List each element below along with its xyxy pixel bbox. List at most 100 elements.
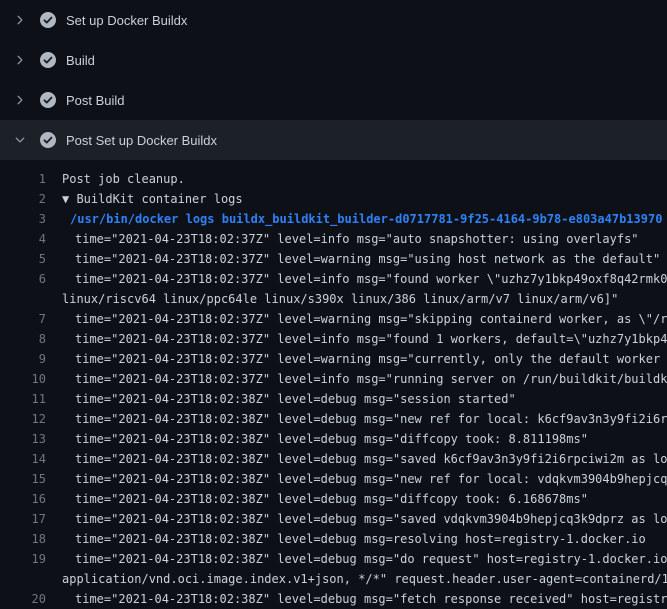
line-number[interactable]: 18 [0,529,46,549]
log-line-content: Post job cleanup. [62,169,667,189]
log-line-content: time="2021-04-23T18:02:38Z" level=debug … [62,529,667,549]
log-text: time="2021-04-23T18:02:37Z" level=warnin… [62,249,667,269]
log-text: time="2021-04-23T18:02:38Z" level=debug … [62,409,667,429]
log-line-content: time="2021-04-23T18:02:37Z" level=info m… [62,329,667,349]
log-text: Post job cleanup. [62,169,667,189]
log-line-content: time="2021-04-23T18:02:38Z" level=debug … [62,549,667,589]
line-number[interactable]: 16 [0,489,46,509]
log-line-content: time="2021-04-23T18:02:37Z" level=warnin… [62,249,667,269]
log-text: time="2021-04-23T18:02:37Z" level=info m… [62,329,667,349]
line-number[interactable]: 10 [0,369,46,389]
log-line: 12 time="2021-04-23T18:02:38Z" level=debu… [0,409,667,429]
log-line: 2 ▼ BuildKit container logs [0,189,667,209]
line-number[interactable]: 1 [0,169,46,189]
line-number[interactable]: 12 [0,409,46,429]
step-row[interactable]: Post Build [0,80,667,120]
log-line-content: time="2021-04-23T18:02:37Z" level=info m… [62,229,667,249]
log-line-content: time="2021-04-23T18:02:38Z" level=debug … [62,389,667,409]
log-line-content: time="2021-04-23T18:02:37Z" level=info m… [62,369,667,389]
line-number[interactable]: 17 [0,509,46,529]
log-line-content: time="2021-04-23T18:02:38Z" level=debug … [62,589,667,609]
line-number[interactable]: 4 [0,229,46,249]
log-line: 19 time="2021-04-23T18:02:38Z" level=debu… [0,549,667,589]
log-line-content: time="2021-04-23T18:02:37Z" level=warnin… [62,349,667,369]
line-number[interactable]: 11 [0,389,46,409]
log-text: time="2021-04-23T18:02:37Z" level=warnin… [62,309,667,329]
log-lines: 1 Post job cleanup. 2 ▼ BuildKit container … [0,160,667,609]
check-circle-icon [40,92,56,108]
log-line-content: time="2021-04-23T18:02:37Z" level=info m… [62,269,667,309]
log-line: 13 time="2021-04-23T18:02:38Z" level=debu… [0,429,667,449]
log-text: time="2021-04-23T18:02:38Z" level=debug … [62,549,667,569]
log-text: time="2021-04-23T18:02:38Z" level=debug … [62,509,667,529]
log-text: time="2021-04-23T18:02:37Z" level=info m… [62,229,667,249]
log-line: 9 time="2021-04-23T18:02:37Z" level=warni… [0,349,667,369]
check-circle-icon [40,12,56,28]
check-circle-icon [40,52,56,68]
log-text: time="2021-04-23T18:02:38Z" level=debug … [62,529,667,549]
log-line: 7 time="2021-04-23T18:02:37Z" level=warni… [0,309,667,329]
line-number[interactable]: 20 [0,589,46,609]
check-circle-icon [40,132,56,148]
step-row[interactable]: Set up Docker Buildx [0,0,667,40]
log-text: time="2021-04-23T18:02:38Z" level=debug … [62,589,667,609]
line-number[interactable]: 13 [0,429,46,449]
step-row[interactable]: Post Set up Docker Buildx [0,120,667,160]
log-line-content: time="2021-04-23T18:02:38Z" level=debug … [62,489,667,509]
log-line: 1 Post job cleanup. [0,169,667,189]
log-line-content: time="2021-04-23T18:02:38Z" level=debug … [62,509,667,529]
log-command-text: /usr/bin/docker logs buildx_buildkit_bui… [62,209,667,229]
log-line: 14 time="2021-04-23T18:02:38Z" level=debu… [0,449,667,469]
log-text: time="2021-04-23T18:02:38Z" level=debug … [62,469,667,489]
log-line-content: /usr/bin/docker logs buildx_buildkit_bui… [62,209,667,229]
line-number[interactable]: 7 [0,309,46,329]
chevron-right-icon [12,92,28,108]
log-text: time="2021-04-23T18:02:37Z" level=warnin… [62,349,667,369]
line-number[interactable]: 9 [0,349,46,369]
log-text: application/vnd.oci.image.index.v1+json,… [62,569,667,589]
line-number[interactable]: 15 [0,469,46,489]
log-line-content: time="2021-04-23T18:02:38Z" level=debug … [62,469,667,489]
chevron-right-icon [12,52,28,68]
log-line-content: time="2021-04-23T18:02:38Z" level=debug … [62,429,667,449]
log-text: time="2021-04-23T18:02:37Z" level=info m… [62,369,667,389]
log-line-content[interactable]: ▼ BuildKit container logs [62,189,667,209]
log-text: time="2021-04-23T18:02:38Z" level=debug … [62,489,667,509]
step-label: Build [66,53,95,68]
log-line: 4 time="2021-04-23T18:02:37Z" level=info … [0,229,667,249]
log-line: 15 time="2021-04-23T18:02:38Z" level=debu… [0,469,667,489]
line-number[interactable]: 8 [0,329,46,349]
step-row[interactable]: Build [0,40,667,80]
line-number[interactable]: 6 [0,269,46,309]
line-number[interactable]: 14 [0,449,46,469]
steps-list: Set up Docker Buildx Build Post Build Post … [0,0,667,160]
log-line: 3/usr/bin/docker logs buildx_buildkit_bu… [0,209,667,229]
log-line-content: time="2021-04-23T18:02:37Z" level=warnin… [62,309,667,329]
log-group-toggle[interactable]: ▼ BuildKit container logs [62,189,667,209]
log-text: time="2021-04-23T18:02:37Z" level=info m… [62,269,667,289]
log-line-content: time="2021-04-23T18:02:38Z" level=debug … [62,409,667,429]
log-text: time="2021-04-23T18:02:38Z" level=debug … [62,429,667,449]
log-line: 8 time="2021-04-23T18:02:37Z" level=info … [0,329,667,349]
step-label: Post Set up Docker Buildx [66,133,217,148]
chevron-down-icon [12,132,28,148]
line-number[interactable]: 19 [0,549,46,589]
line-number[interactable]: 5 [0,249,46,269]
step-label: Post Build [66,93,125,108]
log-line: 6 time="2021-04-23T18:02:37Z" level=info … [0,269,667,309]
log-line: 16 time="2021-04-23T18:02:38Z" level=debu… [0,489,667,509]
log-text: linux/riscv64 linux/ppc64le linux/s390x … [62,289,667,309]
line-number[interactable]: 2 [0,189,46,209]
log-line: 17 time="2021-04-23T18:02:38Z" level=debu… [0,509,667,529]
log-text: time="2021-04-23T18:02:38Z" level=debug … [62,449,667,469]
log-line: 10 time="2021-04-23T18:02:37Z" level=info… [0,369,667,389]
chevron-right-icon [12,12,28,28]
log-text: time="2021-04-23T18:02:38Z" level=debug … [62,389,667,409]
log-line: 20 time="2021-04-23T18:02:38Z" level=debu… [0,589,667,609]
log-line: 5 time="2021-04-23T18:02:37Z" level=warni… [0,249,667,269]
log-line-content: time="2021-04-23T18:02:38Z" level=debug … [62,449,667,469]
line-number[interactable]: 3 [0,209,46,229]
step-label: Set up Docker Buildx [66,13,187,28]
log-line: 18 time="2021-04-23T18:02:38Z" level=debu… [0,529,667,549]
log-line: 11 time="2021-04-23T18:02:38Z" level=debu… [0,389,667,409]
